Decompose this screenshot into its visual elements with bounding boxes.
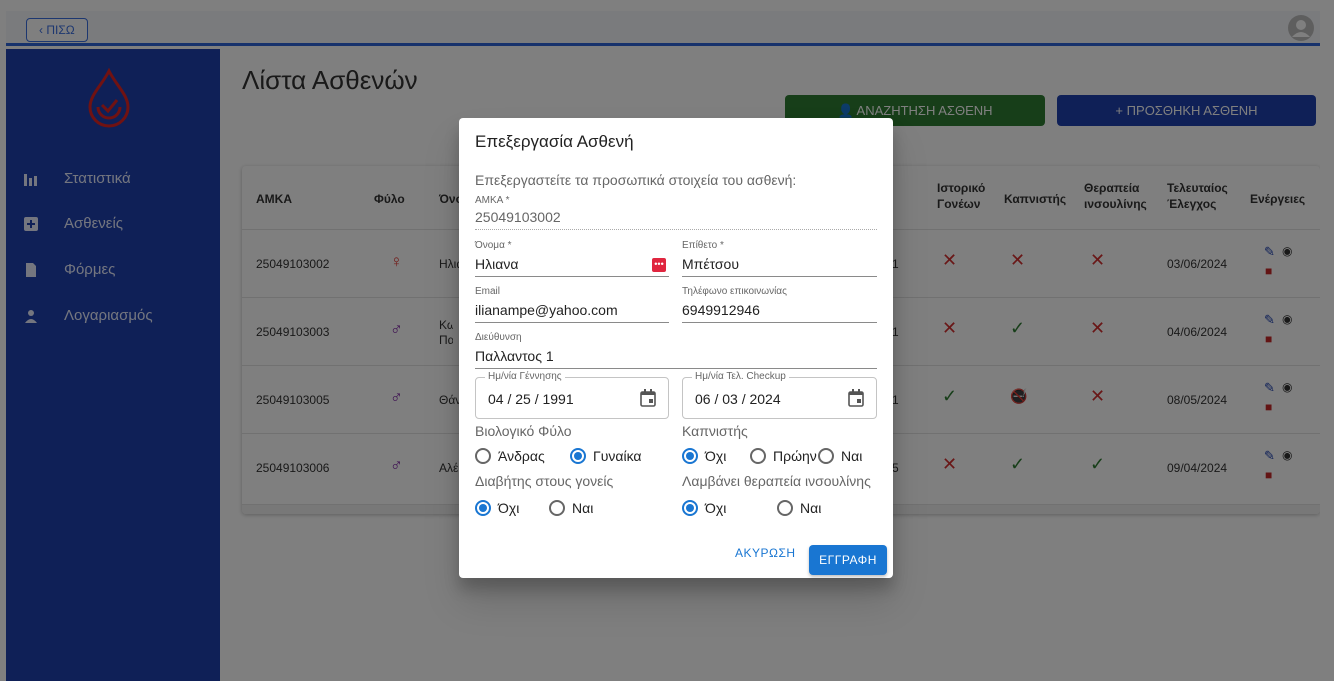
surname-label: Επίθετο * [682, 240, 724, 251]
radio-label: Όχι [498, 500, 520, 516]
birth-date-field[interactable]: Ημ/νία Γέννησης 04 / 25 / 1991 [475, 371, 669, 419]
radio-checked-icon [682, 500, 698, 517]
dialog-title: Επεξεργασία Ασθενή [475, 132, 634, 151]
cancel-button[interactable]: ΑΚΥΡΩΣΗ [735, 546, 796, 560]
name-underline [475, 276, 669, 277]
insulin-yes-radio[interactable]: Ναι [777, 499, 821, 519]
radio-checked-icon [570, 448, 586, 465]
radio-checked-icon [475, 500, 491, 517]
parents-diabetes-label: Διαβήτης στους γονείς [475, 473, 614, 489]
sex-male-radio[interactable]: Άνδρας [475, 447, 545, 467]
amka-label: ΑΜΚΑ * [475, 195, 510, 206]
radio-icon [475, 448, 491, 465]
radio-icon [777, 500, 793, 517]
name-field[interactable]: Ηλιανα [475, 256, 518, 272]
address-field[interactable]: Παλλαντος 1 [475, 348, 554, 364]
checkup-date-label: Ημ/νία Τελ. Checkup [692, 371, 789, 382]
name-label: Όνομα * [475, 240, 512, 251]
insulin-no-radio[interactable]: Όχι [682, 499, 726, 519]
calendar-icon[interactable] [640, 389, 656, 407]
radio-label: Ναι [800, 500, 822, 516]
address-underline [475, 368, 877, 369]
smoker-group-label: Καπνιστής [682, 423, 748, 439]
radio-label: Άνδρας [498, 448, 545, 464]
parents-no-radio[interactable]: Όχι [475, 499, 519, 519]
autofill-icon[interactable]: ••• [652, 258, 666, 272]
calendar-icon[interactable] [848, 389, 864, 407]
radio-label: Ναι [572, 500, 594, 516]
email-label: Email [475, 286, 501, 297]
radio-checked-icon [682, 448, 698, 465]
checkup-date-value: 06 / 03 / 2024 [695, 391, 781, 407]
email-underline [475, 322, 669, 323]
email-field[interactable]: ilianampe@yahoo.com [475, 302, 618, 318]
radio-label: Όχι [705, 500, 727, 516]
surname-field[interactable]: Μπέτσου [682, 256, 739, 272]
checkup-date-field[interactable]: Ημ/νία Τελ. Checkup 06 / 03 / 2024 [682, 371, 877, 419]
save-button[interactable]: ΕΓΓΡΑΦΗ [809, 545, 887, 575]
radio-label: Γυναίκα [593, 448, 642, 464]
radio-label: Ναι [841, 448, 863, 464]
parents-yes-radio[interactable]: Ναι [549, 499, 593, 519]
phone-label: Τηλέφωνο επικοινωνίας [682, 286, 787, 297]
radio-label: Όχι [705, 448, 727, 464]
address-label: Διεύθυνση [475, 332, 522, 343]
edit-patient-dialog: Επεξεργασία Ασθενή Επεξεργαστείτε τα προ… [459, 118, 893, 578]
phone-field[interactable]: 6949912946 [682, 302, 760, 318]
sex-group-label: Βιολογικό Φύλο [475, 423, 572, 439]
insulin-group-label: Λαμβάνει θεραπεία ινσουλίνης [682, 473, 871, 489]
sex-female-radio[interactable]: Γυναίκα [570, 447, 642, 467]
radio-icon [549, 500, 565, 517]
surname-underline [682, 276, 877, 277]
birth-date-label: Ημ/νία Γέννησης [485, 371, 565, 382]
amka-underline [475, 229, 877, 230]
smoker-former-radio[interactable]: Πρώην [750, 447, 817, 467]
radio-icon [750, 448, 766, 465]
amka-field: 25049103002 [475, 209, 561, 225]
smoker-no-radio[interactable]: Όχι [682, 447, 726, 467]
radio-label: Πρώην [773, 448, 817, 464]
phone-underline [682, 322, 877, 323]
birth-date-value: 04 / 25 / 1991 [488, 391, 574, 407]
dialog-subtitle: Επεξεργαστείτε τα προσωπικά στοιχεία του… [475, 172, 797, 188]
radio-icon [818, 448, 834, 465]
smoker-yes-radio[interactable]: Ναι [818, 447, 862, 467]
